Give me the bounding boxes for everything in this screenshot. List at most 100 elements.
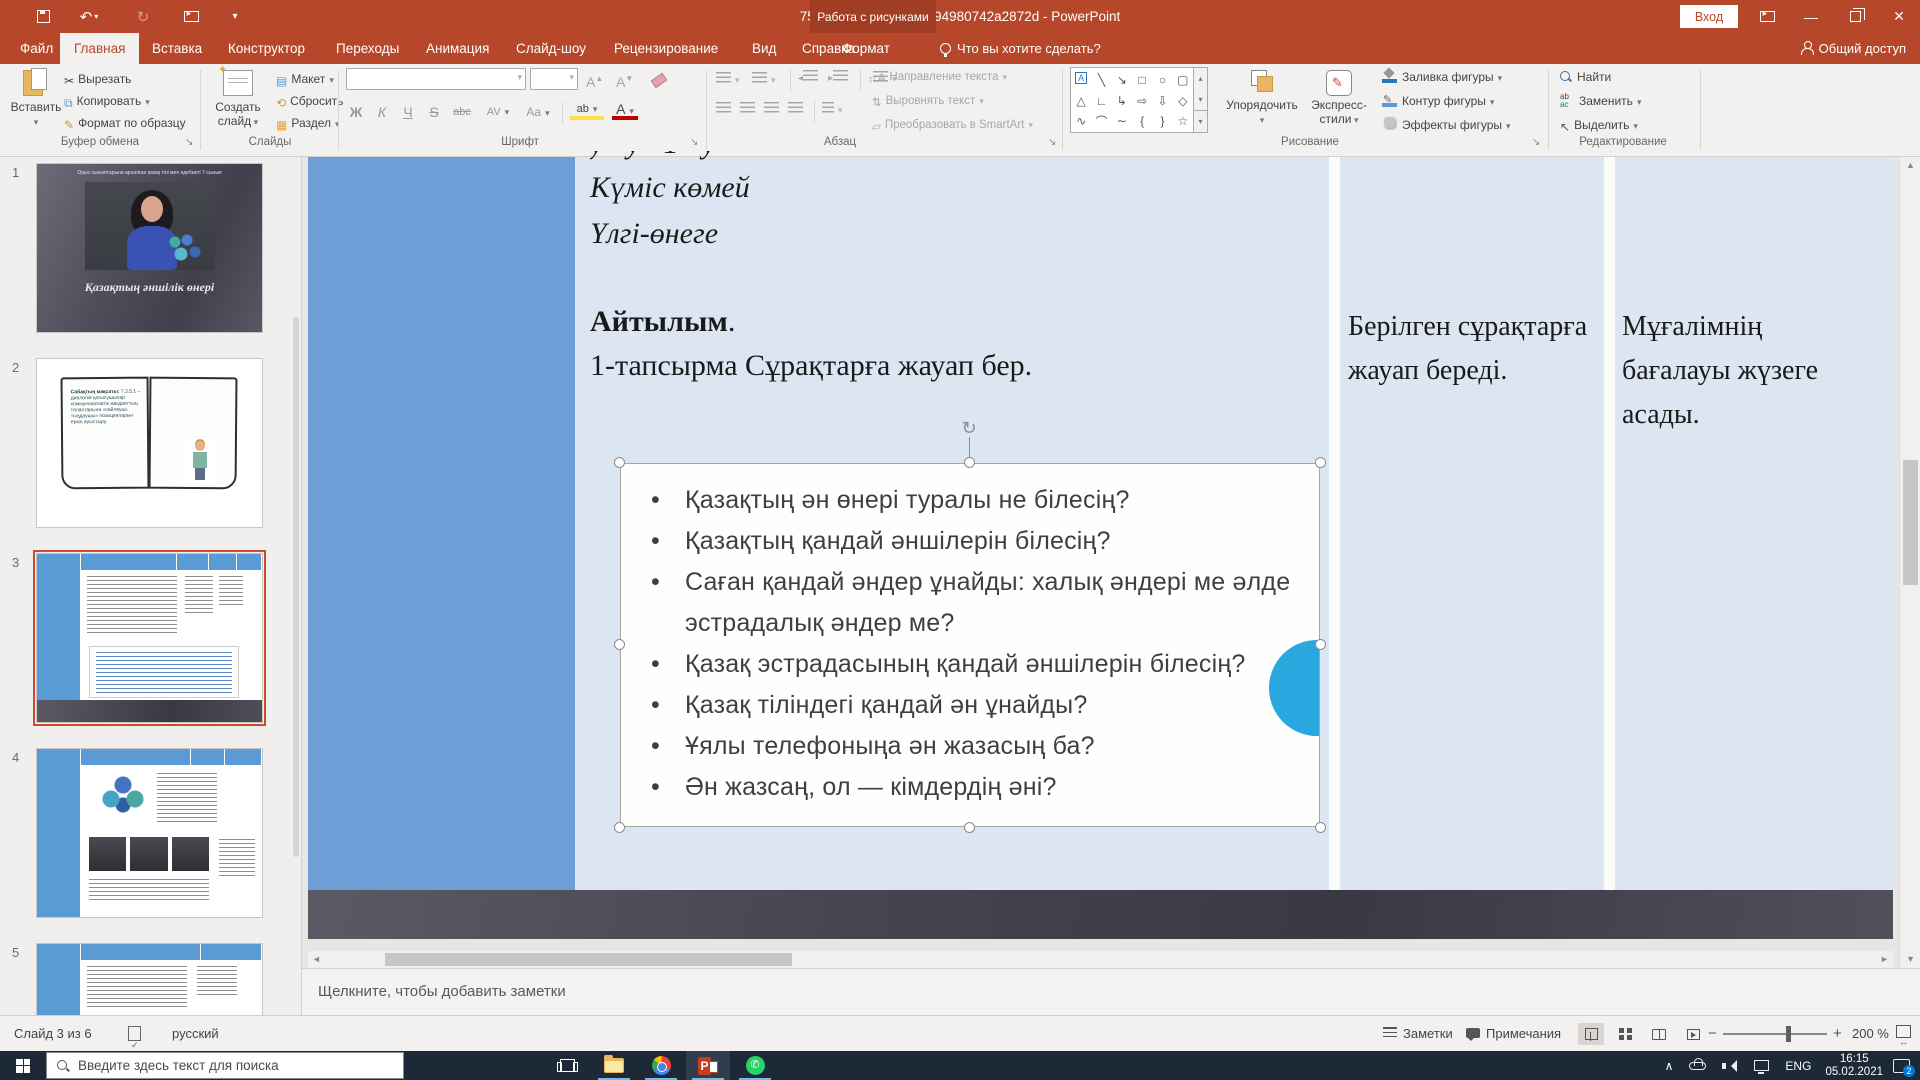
replace-button[interactable]: Заменить <box>1560 90 1641 112</box>
panel-scrollbar[interactable] <box>293 317 299 857</box>
ribbon-display-options-button[interactable] <box>1746 0 1788 33</box>
whatsapp-button[interactable]: ✆ <box>733 1051 777 1080</box>
triangle-shape-icon[interactable]: △ <box>1071 92 1091 110</box>
slide-text-line[interactable]: Үлгі-өнеге <box>590 217 718 251</box>
slide-column-3-text[interactable]: Мұғалімнің бағалауы жүзеге асады. <box>1622 305 1872 437</box>
align-text-button[interactable]: ⇅Выровнять текст <box>872 90 984 112</box>
rectangle-shape-icon[interactable]: □ <box>1132 68 1152 92</box>
cut-button[interactable]: ✂Вырезать <box>64 68 131 90</box>
tab-review[interactable]: Рецензирование <box>600 33 732 64</box>
paragraph-dialog-launcher[interactable]: ↘ <box>1048 137 1056 148</box>
scroll-down-arrow[interactable]: ▼ <box>1900 951 1920 968</box>
tab-transitions[interactable]: Переходы <box>322 33 413 64</box>
resize-handle-nw[interactable] <box>614 457 625 468</box>
resize-handle-n[interactable] <box>964 457 975 468</box>
align-right-button[interactable] <box>764 98 779 120</box>
taskbar-search-box[interactable]: Введите здесь текст для поиска <box>46 1052 404 1079</box>
shapes-gallery[interactable]: A ╲ ↘ □ ○ ▢ △ ∟ ↳ ⇨ ⇩ ◇ ∿ ⌒ ∼ { } ☆ <box>1070 67 1194 133</box>
resize-handle-ne[interactable] <box>1315 457 1326 468</box>
arrange-button[interactable]: Упорядочить▾ <box>1222 66 1302 136</box>
notes-pane[interactable]: Щелкните, чтобы добавить заметки <box>302 968 1920 1015</box>
zoom-slider-thumb[interactable] <box>1786 1026 1791 1042</box>
task-view-button[interactable] <box>545 1051 589 1080</box>
slide-sorter-view-button[interactable] <box>1612 1023 1638 1045</box>
scribble-shape-icon[interactable]: ∿ <box>1071 111 1091 132</box>
right-brace-shape-icon[interactable]: } <box>1152 111 1172 132</box>
arrow-shape-icon[interactable]: ↘ <box>1112 68 1132 92</box>
slide-thumbnail-3-selected[interactable] <box>36 553 263 723</box>
rounded-rect-shape-icon[interactable]: ▢ <box>1173 68 1193 92</box>
minimize-button[interactable]: — <box>1790 0 1832 33</box>
section-button[interactable]: ▦Раздел <box>276 112 340 134</box>
slide-thumbnail-5[interactable] <box>36 943 263 1015</box>
resize-handle-s[interactable] <box>964 822 975 833</box>
underline-button[interactable]: Ч <box>395 100 421 124</box>
italic-button[interactable]: К <box>369 100 395 124</box>
format-painter-button[interactable]: ✎Формат по образцу <box>64 112 186 134</box>
vertical-scrollbar[interactable]: ▲ ▼ <box>1899 157 1920 968</box>
textbox-shape-icon[interactable]: A <box>1075 72 1087 84</box>
scroll-right-arrow[interactable]: ► <box>1876 951 1893 968</box>
clear-formatting-button[interactable] <box>652 70 666 92</box>
tab-format[interactable]: Формат <box>828 33 904 64</box>
slide-indicator[interactable]: Слайд 3 из 6 <box>14 1016 92 1052</box>
shape-effects-button[interactable]: Эффекты фигуры <box>1382 114 1511 136</box>
reset-button[interactable]: ⟲Сбросить <box>276 90 343 112</box>
chrome-button[interactable] <box>639 1051 683 1080</box>
shrink-font-button[interactable]: A▼ <box>616 68 633 90</box>
bullets-button[interactable] <box>716 68 740 90</box>
ellipse-shape-icon[interactable]: ○ <box>1152 68 1172 92</box>
resize-handle-w[interactable] <box>614 639 625 650</box>
zoom-level[interactable]: 200 % <box>1852 1016 1889 1052</box>
slide-column-2-text[interactable]: Берілген сұрақтарға жауап береді. <box>1348 305 1598 393</box>
rotate-handle[interactable]: ↻ <box>958 417 980 439</box>
vertical-scroll-thumb[interactable] <box>1903 460 1918 585</box>
slideshow-view-button[interactable] <box>1680 1023 1706 1045</box>
slide-task-line[interactable]: 1-тапсырма Сұрақтарға жауап бер. <box>590 349 1032 383</box>
tab-file[interactable]: Файл <box>6 33 67 64</box>
slide-text-line[interactable]: Күміс көмей <box>590 171 750 205</box>
language-indicator[interactable]: русский <box>172 1016 219 1052</box>
elbow-arrow-shape-icon[interactable]: ↳ <box>1112 92 1132 110</box>
close-button[interactable]: ✕ <box>1878 0 1920 33</box>
restore-button[interactable] <box>1834 0 1876 33</box>
layout-button[interactable]: ▤Макет <box>276 68 334 90</box>
drawing-dialog-launcher[interactable]: ↘ <box>1532 137 1540 148</box>
slide-thumbnail-4[interactable] <box>36 748 263 918</box>
zoom-slider-track[interactable] <box>1723 1033 1827 1035</box>
justify-button[interactable] <box>788 98 803 120</box>
text-direction-button[interactable]: ↕AНаправление текста <box>872 66 1007 88</box>
reading-view-button[interactable] <box>1646 1023 1672 1045</box>
powerpoint-button[interactable]: P <box>686 1051 730 1080</box>
notification-center-button[interactable]: 2 <box>1893 1059 1910 1073</box>
notes-toggle[interactable]: Заметки <box>1383 1016 1453 1052</box>
shape-fill-button[interactable]: Заливка фигуры <box>1382 66 1502 88</box>
tray-expand-button[interactable]: ∧ <box>1665 1059 1674 1073</box>
volume-icon[interactable] <box>1722 1060 1738 1072</box>
char-spacing-button[interactable]: AV <box>481 100 515 124</box>
left-brace-shape-icon[interactable]: { <box>1132 111 1152 132</box>
paste-button[interactable]: Вставить▾ <box>8 66 64 136</box>
arc-shape-icon[interactable]: ⌒ <box>1091 111 1111 132</box>
change-case-button[interactable]: Aa <box>521 100 555 124</box>
new-slide-button[interactable]: Создать слайд ▾ <box>208 66 268 136</box>
onedrive-icon[interactable] <box>1689 1062 1706 1070</box>
scroll-left-arrow[interactable]: ◄ <box>308 951 325 968</box>
horizontal-scroll-thumb[interactable] <box>385 953 792 966</box>
star-shape-icon[interactable]: ☆ <box>1173 111 1193 132</box>
slide-heading[interactable]: Айтылым. <box>590 305 735 339</box>
tab-animations[interactable]: Анимация <box>412 33 503 64</box>
tab-insert[interactable]: Вставка <box>138 33 216 64</box>
shape-outline-button[interactable]: Контур фигуры <box>1382 90 1494 112</box>
questions-list-image[interactable]: Қазақтың ән өнері туралы не білесің? Қаз… <box>620 463 1320 827</box>
zoom-out-button[interactable]: − <box>1708 1016 1717 1052</box>
zoom-in-button[interactable]: + <box>1833 1016 1842 1052</box>
horizontal-scrollbar[interactable]: ◄ ► <box>308 951 1893 968</box>
language-switcher[interactable]: ENG <box>1785 1059 1811 1073</box>
select-button[interactable]: ↖Выделить <box>1560 114 1638 136</box>
font-name-combo[interactable] <box>346 68 526 90</box>
strikethrough-button[interactable]: abc <box>447 100 477 124</box>
bold-button[interactable]: Ж <box>343 100 369 124</box>
network-icon[interactable] <box>1754 1060 1769 1071</box>
resize-handle-e[interactable] <box>1315 639 1326 650</box>
